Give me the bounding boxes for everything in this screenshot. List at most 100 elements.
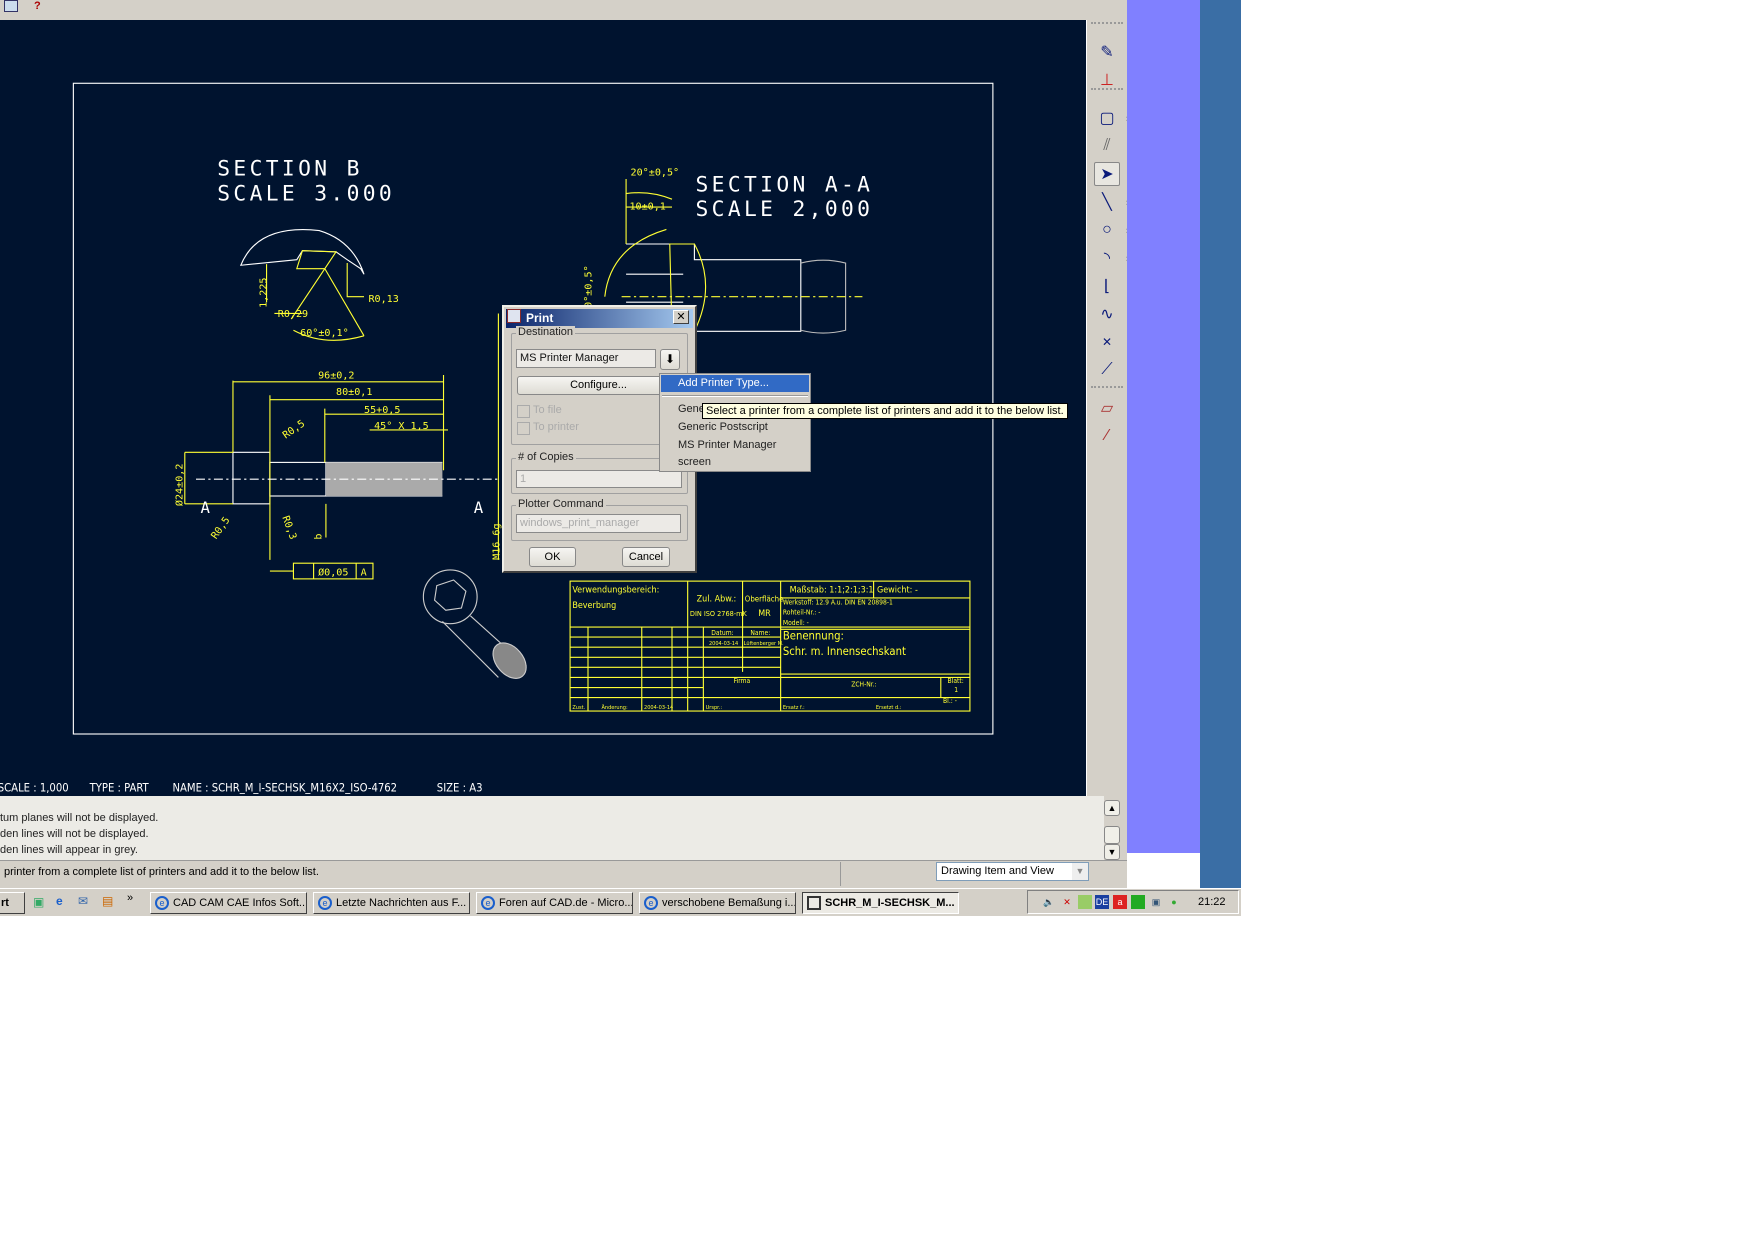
section-aa-scale: SCALE 2,000 [696,197,874,222]
dim-20deg: 20°±0,5° [631,168,680,179]
dim-r05-top: R0,5 [281,418,307,441]
tb-date: 2004-03-14 [709,641,738,647]
globe-icon[interactable]: ● [1167,895,1181,909]
copies-label: # of Copies [516,451,576,463]
arc-icon[interactable]: ◝› [1094,246,1129,270]
tb-coating: Beverbung [572,601,616,611]
proe-icon [807,896,821,910]
fillet-icon[interactable]: ⌊ [1094,274,1120,298]
quicklaunch-more-icon[interactable]: » [127,892,133,904]
section-mark-right: A [474,498,484,517]
language-indicator[interactable]: DE [1095,895,1109,909]
toolbar-icon-a[interactable] [4,0,18,12]
dim-dia24: Ø24±0,2 [174,464,186,506]
mirror-icon[interactable]: ⫽ [1094,134,1120,158]
filter-value: Drawing Item and View [941,865,1054,877]
quicklaunch-ie-icon[interactable]: e [56,894,63,908]
chevron-down-icon[interactable]: ▼ [1072,863,1088,880]
desktop-area [1127,0,1200,853]
plotter-command-field[interactable]: windows_print_manager [516,514,681,533]
dim-80: 80±0,1 [336,387,372,398]
destination-field[interactable]: MS Printer Manager [516,349,656,368]
ie-icon: e [155,896,169,910]
antivirus-icon[interactable]: a [1113,895,1127,909]
tb-sheet-val: 1 [954,686,958,694]
message-scrollbar[interactable]: ▲ ▼ [1104,800,1122,860]
tb-sheet: Blatt: [948,677,964,685]
message-area: tum planes will not be displayed. den li… [0,796,1104,860]
scroll-up-button[interactable]: ▲ [1104,800,1120,816]
circle-icon[interactable]: ○› [1094,218,1129,242]
close-button[interactable]: ✕ [673,310,689,324]
tb-change-date: 2004-03-14 [644,705,673,711]
tb-bl: Bl.: - [943,697,957,705]
desktop-background [1200,0,1241,888]
network-disconnected-icon[interactable]: ✕ [1060,895,1074,909]
dim-10: 10±0,1 [629,201,665,212]
to-file-checkbox[interactable]: To file [517,404,562,418]
meter-icon[interactable] [1131,895,1145,909]
menu-item-screen[interactable]: screen [661,454,809,471]
menu-item-add-printer-type[interactable]: Add Printer Type... [661,375,809,392]
line-icon[interactable]: ╲› [1094,190,1129,214]
axis-icon[interactable]: ⁄ [1094,424,1120,448]
tb-surface-val: MR [758,609,771,619]
printer-type-dropdown-button[interactable]: ⬇ [660,349,680,370]
message-line: den lines will appear in grey. [0,844,138,856]
plane-icon[interactable]: ▱ [1094,396,1120,420]
scroll-down-button[interactable]: ▼ [1104,844,1120,860]
configure-button[interactable]: Configure... [517,376,680,395]
menu-separator [662,395,808,397]
menu-item-generic-postscript[interactable]: Generic Postscript [661,419,809,436]
volume-icon[interactable]: 🔈 [1042,895,1056,909]
message-line: den lines will not be displayed. [0,828,149,840]
task-button[interactable]: e verschobene Bemaßung i... [639,892,796,914]
cancel-button[interactable]: Cancel [622,547,670,567]
dialog-title: Print [526,311,554,325]
quicklaunch-app-icon[interactable]: ▤ [102,894,113,908]
help-icon[interactable]: ? [34,0,41,12]
filter-select[interactable]: Drawing Item and View ▼ [936,862,1089,881]
gdt-datum: A [361,568,367,579]
tb-zust: Zust. [572,705,585,711]
printer-type-menu: Add Printer Type... Generic Generic Post… [659,373,811,472]
spline-icon[interactable]: ∿ [1094,302,1120,326]
dim-r05-bottom: R0,5 [210,515,233,541]
dimension-icon[interactable]: ✎ [1094,40,1120,64]
menu-item-ms-printer-manager[interactable]: MS Printer Manager [661,437,809,454]
task-button[interactable]: e Foren auf CAD.de - Micro... [476,892,633,914]
task-button[interactable]: e CAD CAM CAE Infos Soft... [150,892,307,914]
scroll-thumb[interactable] [1104,826,1120,844]
tb-ersatz: Ersatz f.: [783,705,805,711]
tb-zch: ZCH-Nr.: [851,680,876,688]
tb-model: Modell: - [783,619,809,627]
task-button[interactable]: e Letzte Nachrichten aus F... [313,892,470,914]
network-icon[interactable]: ▣ [1149,895,1163,909]
dim-b: b [313,534,324,540]
select-arrow-icon[interactable]: ➤ [1094,162,1120,186]
sketch-toolbar: ✎ ⊥ ▢› ⫽ ➤ ╲› ○› ◝› ⌊ ∿ ✕ ⟋ ▱ ⁄ [1086,20,1129,890]
tb-surface: Oberfläche: [745,594,786,603]
nvidia-icon[interactable] [1078,895,1092,909]
copies-stepper[interactable]: 1 [516,470,682,488]
start-button[interactable]: rt [0,892,25,914]
info-type: TYPE : PART [89,782,150,795]
point-icon[interactable]: ✕ [1094,330,1120,354]
destination-label: Destination [516,326,576,338]
quicklaunch-outlook-icon[interactable]: ✉ [78,894,88,908]
status-text: printer from a complete list of printers… [4,866,319,878]
chamfer-icon[interactable]: ⟋ [1094,358,1120,382]
ok-button[interactable]: OK [529,547,576,567]
to-printer-checkbox[interactable]: To printer [517,421,579,435]
dim-r029: R0,29 [278,309,308,320]
clock: 21:22 [1198,896,1226,908]
task-button-active[interactable]: SCHR_M_I-SECHSK_M... [802,892,959,914]
plotter-label: Plotter Command [516,498,606,510]
tb-change: Änderung: [601,704,628,711]
gdt-tolerance: Ø0,05 [318,567,348,579]
quicklaunch-notepad-icon[interactable]: ▣ [33,895,44,909]
iso-view [422,569,527,679]
view-box-icon[interactable]: ▢› [1094,106,1129,130]
info-name: NAME : SCHR_M_I-SECHSK_M16X2_ISO-4762 [172,782,397,795]
tb-weight: Gewicht: - [877,585,918,595]
